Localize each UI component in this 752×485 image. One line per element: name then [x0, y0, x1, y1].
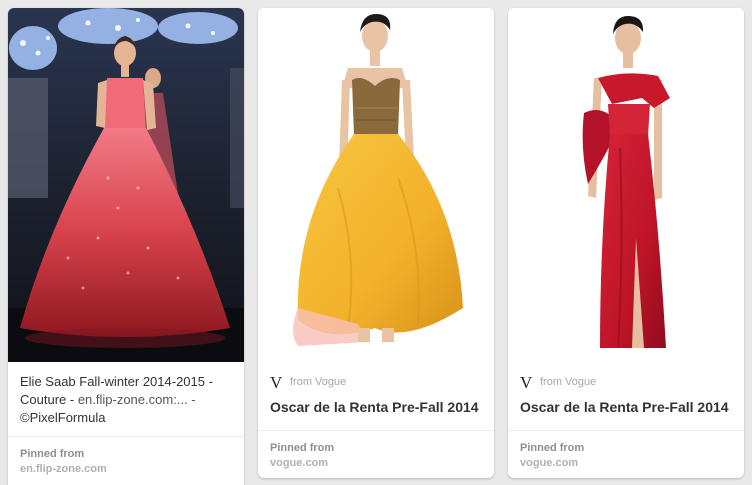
pinned-from[interactable]: Pinned from en.flip-zone.com	[8, 436, 244, 477]
yellow-gown-photo	[258, 8, 494, 362]
pinned-from-label: Pinned from	[270, 442, 335, 454]
pin-image[interactable]	[258, 8, 494, 362]
pin-title[interactable]: Oscar de la Renta Pre-Fall 2014	[508, 392, 744, 430]
pin-card[interactable]: Elie Saab Fall-winter 2014-2015 - Coutur…	[8, 8, 244, 485]
pin-source[interactable]: V from Vogue	[258, 362, 494, 392]
pin-source-text[interactable]: from Vogue	[290, 376, 346, 388]
pin-image[interactable]	[508, 8, 744, 362]
vogue-v-icon: V	[270, 372, 283, 392]
pin-card[interactable]: V from Vogue Oscar de la Renta Pre-Fall …	[508, 8, 744, 478]
pin-image[interactable]	[8, 8, 244, 362]
pinned-from-domain[interactable]: vogue.com	[270, 455, 482, 471]
pin-description: Elie Saab Fall-winter 2014-2015 - Coutur…	[8, 362, 244, 436]
pinned-from-label: Pinned from	[20, 448, 85, 460]
pin-card[interactable]: V from Vogue Oscar de la Renta Pre-Fall …	[258, 8, 494, 478]
vogue-v-icon: V	[520, 372, 533, 392]
pin-description-credit: ©PixelFormula	[20, 410, 106, 425]
pinned-from-domain[interactable]: en.flip-zone.com	[20, 461, 232, 477]
pin-source-text[interactable]: from Vogue	[540, 376, 596, 388]
pinned-from[interactable]: Pinned from vogue.com	[508, 430, 744, 471]
pin-source[interactable]: V from Vogue	[508, 362, 744, 392]
pin-title[interactable]: Oscar de la Renta Pre-Fall 2014	[258, 392, 494, 430]
pinned-from-domain[interactable]: vogue.com	[520, 455, 732, 471]
runway-gown-photo	[8, 8, 244, 362]
pinned-from[interactable]: Pinned from vogue.com	[258, 430, 494, 471]
pin-description-link[interactable]: en.flip-zone.com:... -	[78, 392, 196, 407]
pinned-from-label: Pinned from	[520, 442, 585, 454]
red-gown-photo	[508, 8, 744, 362]
